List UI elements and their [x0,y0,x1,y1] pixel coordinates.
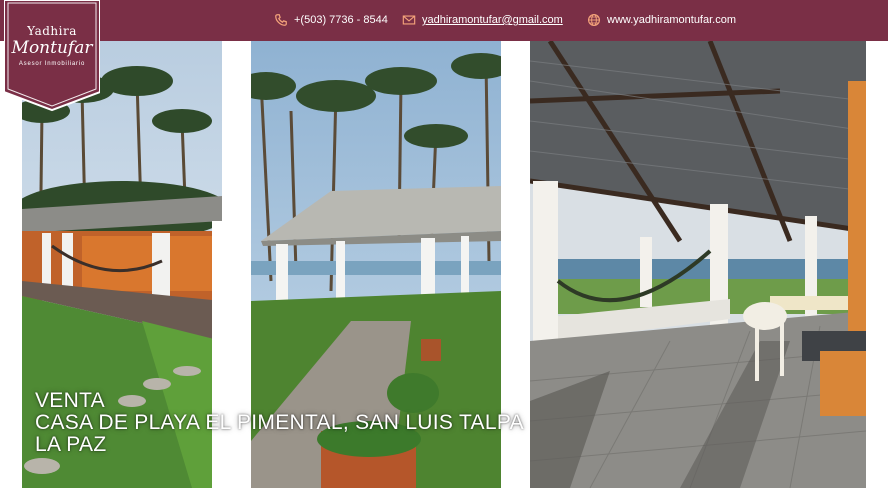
logo-tagline: Asesor Inmobiliario [18,61,86,67]
caption-line-3: LA PAZ [35,433,107,456]
website-contact[interactable]: www.yadhiramontufar.com [587,12,736,28]
caption-line-2: CASA DE PLAYA EL PIMENTAL, SAN LUIS TALP… [35,411,524,434]
listing-caption: VENTA CASA DE PLAYA EL PIMENTAL, SAN LUI… [35,390,524,456]
property-photo-3[interactable] [530,41,866,488]
phone-icon [275,14,287,26]
caption-line-1: VENTA [35,389,105,412]
envelope-icon [402,15,416,25]
brand-logo[interactable]: Yadhira Montufar Asesor Inmobiliario [4,0,100,112]
website-link[interactable]: www.yadhiramontufar.com [607,14,736,26]
globe-icon [588,14,600,26]
email-link[interactable]: yadhiramontufar@gmail.com [422,14,563,26]
email-contact[interactable]: yadhiramontufar@gmail.com [402,12,563,28]
phone-number: +(503) 7736 - 8544 [294,14,388,26]
phone-contact[interactable]: +(503) 7736 - 8544 [274,12,388,28]
logo-surname: Montufar [11,38,93,58]
logo-name: Yadhira [27,24,77,38]
